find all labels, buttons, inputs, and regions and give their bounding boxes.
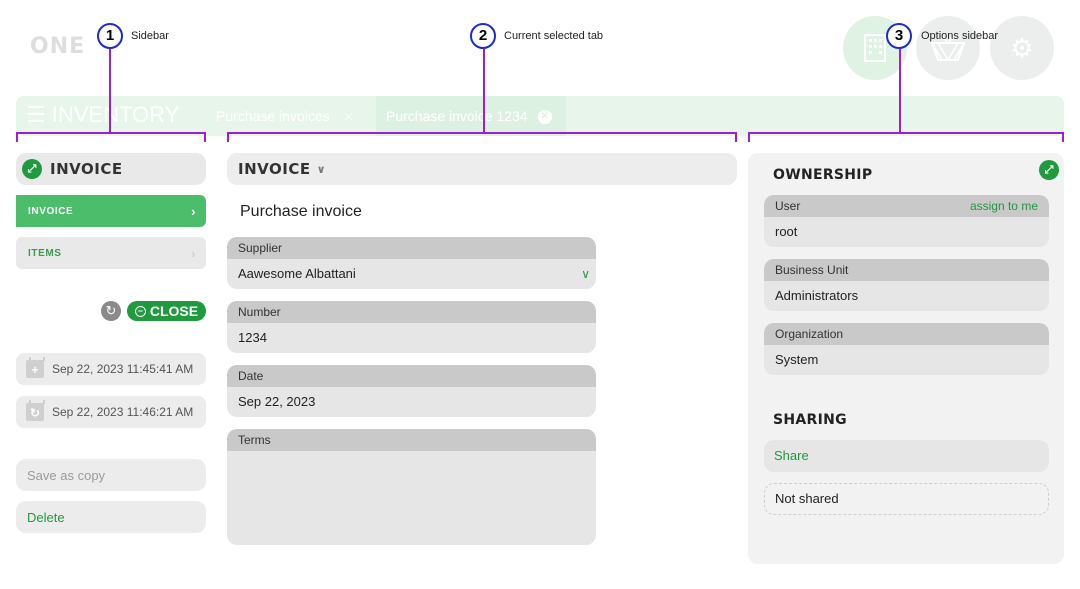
sidebar-item-items[interactable]: ITEMS › (16, 237, 206, 269)
calendar-plus-icon: + (26, 357, 45, 378)
terms-field[interactable]: Terms (227, 429, 596, 545)
module-title: INVENTORY (51, 102, 180, 127)
basket-icon[interactable] (916, 16, 980, 80)
annotation-3-label: Options sidebar (921, 30, 999, 42)
expand-icon[interactable]: ⤢ (22, 159, 42, 179)
tab-bar: ☰ INVENTORY Purchase invoices ✕ Purchase … (16, 96, 1064, 136)
annotation-2-badge: 2 (470, 23, 496, 49)
date-field[interactable]: Date Sep 22, 2023 (227, 365, 596, 417)
annotation-1-badge: 1 (97, 23, 123, 49)
sharing-status: Not shared (764, 483, 1049, 515)
close-icon[interactable]: ✕ (537, 110, 552, 125)
created-date: + Sep 22, 2023 11:45:41 AM (16, 353, 206, 385)
annotation-1-label: Sidebar (131, 30, 169, 42)
annotation-line (483, 49, 485, 133)
calendar-refresh-icon: ↻ (26, 400, 45, 421)
annotation-bracket (16, 132, 206, 142)
expand-icon[interactable]: ⤢ (1039, 160, 1059, 180)
chevron-down-icon[interactable]: ∨ (581, 259, 590, 289)
annotation-bracket (227, 132, 737, 142)
business-unit-field[interactable]: Business Unit Administrators (764, 259, 1049, 311)
annotation-3-badge: 3 (886, 23, 912, 49)
sharing-title: SHARING (773, 412, 847, 428)
hamburger-icon: ☰ (26, 102, 46, 127)
organization-field[interactable]: Organization System (764, 323, 1049, 375)
ownership-title: OWNERSHIP (773, 167, 873, 183)
tab-purchase-invoices[interactable]: Purchase invoices ✕ (216, 96, 354, 136)
sidebar-title: ⤢ INVOICE (16, 153, 206, 185)
section-dropdown[interactable]: INVOICE ∨ (227, 153, 737, 185)
assign-to-me-link[interactable]: assign to me (970, 195, 1038, 217)
main-menu-button[interactable]: ☰ INVENTORY (26, 102, 179, 128)
annotation-line (899, 49, 901, 133)
chevron-down-icon: ∨ (316, 162, 327, 176)
refresh-button[interactable]: ↻ (101, 301, 121, 321)
user-field[interactable]: User assign to me root (764, 195, 1049, 247)
form-title: Purchase invoice (240, 203, 362, 220)
refresh-icon: ↻ (105, 303, 117, 318)
save-as-copy-button[interactable]: Save as copy (16, 459, 206, 491)
chevron-right-icon: › (191, 203, 196, 219)
supplier-field[interactable]: Supplier Aawesome Albattani ∨ (227, 237, 596, 289)
minus-circle-icon: − (134, 305, 146, 317)
sidebar-title-label: INVOICE (50, 160, 123, 178)
close-button[interactable]: − CLOSE (127, 301, 206, 321)
share-button[interactable]: Share (764, 440, 1049, 472)
delete-button[interactable]: Delete (16, 501, 206, 533)
annotation-2-label: Current selected tab (504, 30, 604, 42)
gears-icon[interactable]: ⚙ (990, 16, 1054, 80)
tab-purchase-invoice-1234[interactable]: Purchase invoice 1234 ✕ (376, 96, 566, 136)
annotation-line (109, 49, 111, 133)
app-logo: ONE (30, 34, 86, 59)
sidebar-item-invoice[interactable]: INVOICE › (16, 195, 206, 227)
chevron-right-icon: › (191, 245, 196, 261)
close-icon[interactable]: ✕ (344, 110, 354, 124)
updated-date: ↻ Sep 22, 2023 11:46:21 AM (16, 396, 206, 428)
number-field[interactable]: Number 1234 (227, 301, 596, 353)
annotation-bracket (748, 132, 1064, 142)
